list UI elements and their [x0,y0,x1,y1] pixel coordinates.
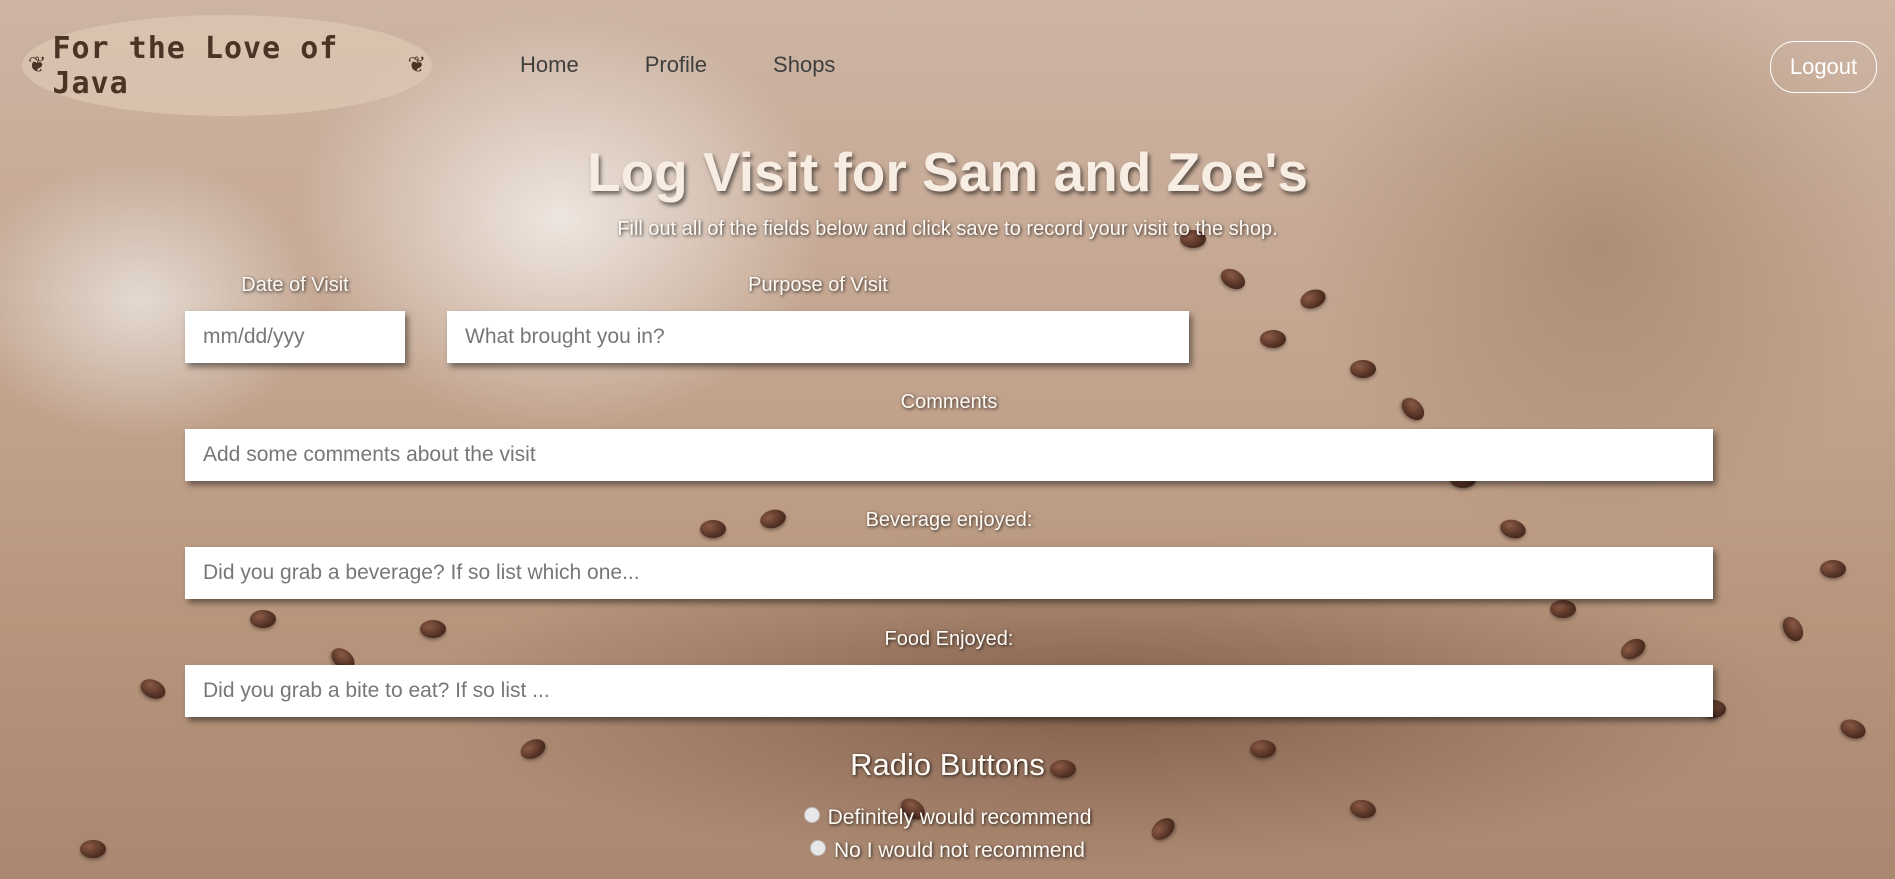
coffee-leaf-icon: ❦ [407,53,426,78]
radio-label-not-recommend: No I would not recommend [834,839,1085,862]
date-input[interactable] [185,311,405,363]
radio-option-recommend[interactable]: Definitely would recommend [0,806,1895,830]
nav-shops-link[interactable]: Shops [773,52,835,78]
radio-label-recommend: Definitely would recommend [827,806,1092,829]
logo-text: For the Love of Java [52,30,339,101]
comments-input[interactable] [185,429,1713,481]
radio-option-not-recommend[interactable]: No I would not recommend [0,839,1895,863]
page-subtitle: Fill out all of the fields below and cli… [617,218,1278,240]
date-label: Date of Visit [241,274,349,296]
page-title: Log Visit for Sam and Zoe's [586,141,1309,203]
nav-profile-link[interactable]: Profile [645,52,707,78]
beverage-input[interactable] [185,547,1713,599]
purpose-label: Purpose of Visit [748,274,888,296]
nav-home-link[interactable]: Home [520,52,579,78]
site-logo[interactable]: ❦ For the Love of Java ❦ [22,15,432,116]
food-input[interactable] [185,665,1713,717]
main-nav: Home Profile Shops [520,52,835,78]
coffee-leaf-icon: ❦ [28,53,47,78]
radio-button-not-recommend[interactable] [810,840,827,856]
radio-button-recommend[interactable] [803,807,820,823]
beverage-label: Beverage enjoyed: [865,509,1033,531]
radio-group-title: Radio Buttons [850,747,1045,782]
comments-label: Comments [900,391,998,413]
purpose-input[interactable] [447,311,1189,363]
food-label: Food Enjoyed: [884,628,1014,650]
page-background: ❦ For the Love of Java ❦ Home Profile Sh… [0,0,1895,879]
logout-button[interactable]: Logout [1770,41,1877,93]
